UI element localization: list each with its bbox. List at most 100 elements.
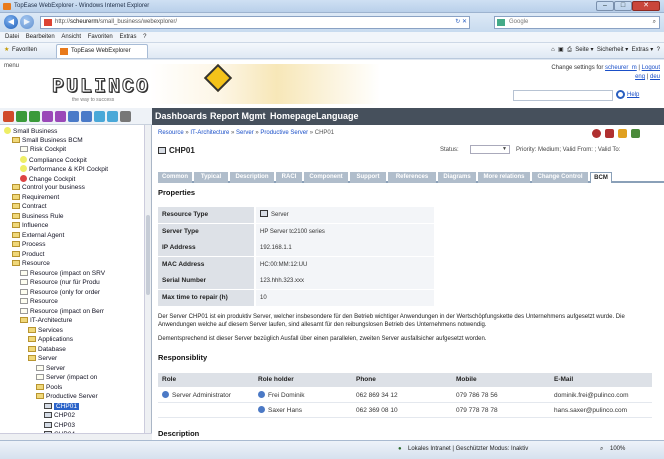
menu-ansicht[interactable]: Ansicht: [61, 34, 81, 40]
tree-item[interactable]: Process: [12, 241, 45, 249]
tab-typical[interactable]: Typical: [194, 172, 228, 183]
tree-sync-icon[interactable]: [81, 111, 92, 122]
tree-item[interactable]: Resource (impact on Berr: [20, 307, 104, 316]
tree-item[interactable]: Productive Server: [36, 393, 98, 401]
menu-datei[interactable]: Datei: [5, 34, 19, 40]
crumb-productive-server[interactable]: Productive Server: [260, 130, 308, 136]
tree-item[interactable]: Server (impact on: [36, 374, 97, 382]
tab-references[interactable]: References: [388, 172, 436, 183]
nav-homepage[interactable]: Homepage: [270, 110, 316, 123]
tree-item[interactable]: Control your business: [12, 184, 85, 192]
tree-info-icon[interactable]: [107, 111, 118, 122]
tree-item[interactable]: Requirement: [12, 193, 59, 202]
tab-support[interactable]: Support: [350, 172, 386, 183]
edit-icon[interactable]: [631, 129, 640, 138]
help-icon[interactable]: ?: [657, 47, 660, 53]
tree-refresh-icon[interactable]: [68, 111, 79, 122]
nav-report-mgmt[interactable]: Report Mgmt: [210, 110, 266, 123]
tree-item[interactable]: Resource: [12, 260, 50, 268]
cell-email[interactable]: hans.saxer@pulinco.com: [554, 404, 627, 418]
forward-button[interactable]: ▶: [20, 15, 34, 29]
tree-item[interactable]: Performance & KPI Cockpit: [20, 165, 108, 174]
zoom-level[interactable]: 100%: [610, 446, 625, 452]
nav-dashboards[interactable]: Dashboards: [155, 110, 207, 123]
tree-item[interactable]: Contract: [12, 203, 47, 211]
tab-more-relations[interactable]: More relations: [478, 172, 530, 183]
tree-item[interactable]: Resource (nur für Produ: [20, 279, 100, 287]
add-icon[interactable]: [592, 129, 602, 138]
tree-horizontal-scrollbar[interactable]: [0, 433, 152, 440]
tree-scroll-thumb[interactable]: [146, 215, 150, 295]
tree-right-icon[interactable]: [55, 111, 66, 122]
back-button[interactable]: ◀: [4, 15, 18, 29]
tab-common[interactable]: Common: [158, 172, 192, 183]
tab-raci[interactable]: RACI: [276, 172, 302, 183]
tree-remove-icon[interactable]: [29, 111, 40, 122]
menu-label[interactable]: menu: [4, 63, 19, 69]
nav-language[interactable]: Language: [316, 110, 359, 123]
address-bar[interactable]: http://scheurerm/small_business/webexplo…: [40, 16, 470, 29]
refresh-icon[interactable]: ↻ ✕: [455, 17, 467, 28]
tree-item[interactable]: Server: [36, 364, 65, 373]
search-icon[interactable]: ⌕: [653, 17, 656, 28]
lang-deu-link[interactable]: deu: [650, 74, 660, 80]
menu-help[interactable]: ?: [143, 34, 146, 40]
help-link[interactable]: Help: [616, 90, 639, 101]
tab-change-control[interactable]: Change Control: [532, 172, 588, 183]
minimize-button[interactable]: –: [596, 1, 614, 11]
remove-icon[interactable]: [605, 129, 615, 138]
tab-description[interactable]: Description: [230, 172, 274, 183]
feeds-icon[interactable]: ▣: [558, 47, 564, 53]
favorites-button[interactable]: Favoriten: [12, 46, 37, 55]
tab-bcm[interactable]: BCM: [590, 172, 612, 183]
user-link[interactable]: scheurer_m: [605, 65, 637, 71]
tree-item[interactable]: Product: [12, 250, 44, 259]
tree-scrollbar[interactable]: [144, 125, 151, 440]
tree-item[interactable]: IT-Architecture: [20, 317, 72, 325]
tab-diagrams[interactable]: Diagrams: [438, 172, 476, 183]
tree-item[interactable]: CHP01: [44, 402, 79, 411]
tree-item[interactable]: Pools: [36, 383, 62, 392]
tree-item[interactable]: Risk Cockpit: [20, 146, 66, 154]
crumb-it-architecture[interactable]: IT-Architecture: [190, 130, 229, 136]
tree-item[interactable]: CHP03: [44, 421, 75, 430]
tree-item[interactable]: Business Rule: [12, 212, 64, 221]
maximize-button[interactable]: □: [614, 1, 632, 11]
tree-item[interactable]: Server: [28, 355, 57, 363]
favorite-star-icon[interactable]: [618, 129, 628, 138]
tree-item[interactable]: Database: [28, 345, 66, 354]
menu-favoriten[interactable]: Favoriten: [88, 34, 113, 40]
tree-item[interactable]: Small Business: [4, 127, 57, 136]
cell-email[interactable]: dominik.frei@pulinco.com: [554, 389, 629, 403]
tree-item[interactable]: Applications: [28, 336, 73, 344]
cell-holder[interactable]: Frei Dominik: [258, 389, 304, 403]
tree-left-icon[interactable]: [42, 111, 53, 122]
cmd-sicherheit[interactable]: Sicherheit ▾: [597, 47, 628, 53]
menu-extras[interactable]: Extras: [119, 34, 136, 40]
cmd-extras[interactable]: Extras ▾: [632, 47, 654, 53]
tree-filter-icon[interactable]: [94, 111, 105, 122]
tree-item[interactable]: Services: [28, 326, 63, 335]
tree-print-icon[interactable]: [120, 111, 131, 122]
tab-component[interactable]: Component: [304, 172, 348, 183]
tree-item[interactable]: CHP02: [44, 412, 75, 420]
tree-item[interactable]: Change Cockpit: [20, 174, 75, 184]
cell-holder[interactable]: Saxer Hans: [258, 404, 302, 418]
cmd-seite[interactable]: Seite ▾: [575, 47, 593, 53]
close-button[interactable]: ✕: [632, 1, 660, 11]
tree-item[interactable]: External Agent: [12, 231, 64, 240]
tree-item[interactable]: Resource (impact on SRV: [20, 269, 105, 278]
tree-item[interactable]: Compliance Cockpit: [20, 155, 87, 165]
tree-item[interactable]: Small Business BCM: [12, 136, 83, 145]
tree-home-icon[interactable]: [3, 111, 14, 122]
search-input[interactable]: Google ⌕: [494, 16, 660, 29]
tree-item[interactable]: Influence: [12, 222, 48, 230]
crumb-resource[interactable]: Resource: [158, 130, 184, 136]
print-icon[interactable]: ⎙: [567, 47, 572, 53]
logout-link[interactable]: Logout: [642, 65, 660, 71]
zoom-icon[interactable]: ⌕: [600, 446, 603, 453]
menu-bearbeiten[interactable]: Bearbeiten: [26, 34, 55, 40]
tree-add-icon[interactable]: [16, 111, 27, 122]
crumb-server[interactable]: Server: [236, 130, 254, 136]
app-search-input[interactable]: [513, 90, 613, 101]
